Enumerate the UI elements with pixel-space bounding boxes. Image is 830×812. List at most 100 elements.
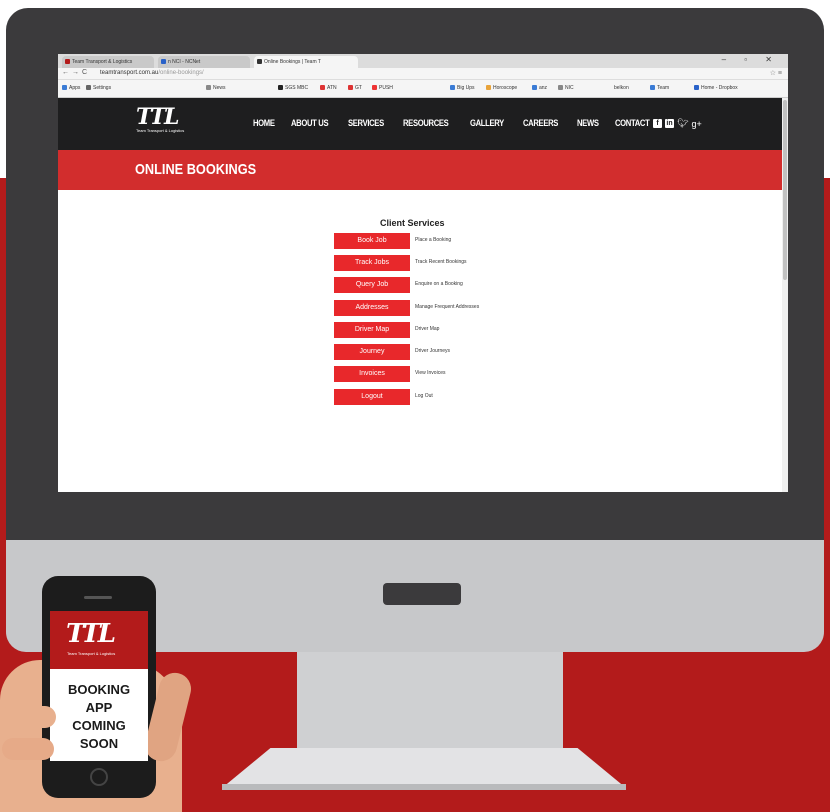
list-item: Invoices View Invoices (334, 366, 534, 382)
nav-about-us[interactable]: ABOUT US (291, 118, 329, 128)
bookmark-item[interactable]: Big Ups (450, 85, 475, 91)
bookmark-icon (558, 85, 563, 91)
monitor-stand (297, 652, 563, 748)
book-job-button[interactable]: Book Job (334, 233, 410, 249)
client-services-title: Client Services (380, 218, 445, 228)
bookmark-icon (278, 85, 283, 91)
message-line: BOOKING (67, 682, 131, 697)
apps-icon (62, 85, 67, 91)
coming-soon-message: BOOKING APP COMING SOON (50, 681, 148, 753)
social-links: f in 🐦︎ g+ (653, 118, 702, 129)
bookmark-item[interactable]: Team (650, 85, 669, 91)
finger-illustration (2, 738, 54, 760)
reload-icon[interactable]: C (82, 69, 90, 76)
list-item: Book Job Place a Booking (334, 233, 534, 249)
google-plus-icon[interactable]: g+ (691, 119, 701, 129)
nav-careers[interactable]: CAREERS (523, 118, 558, 128)
nav-resources[interactable]: RESOURCES (403, 118, 449, 128)
page-title: ONLINE BOOKINGS (135, 161, 257, 178)
bookmark-item[interactable]: SGS MBC (278, 85, 308, 91)
phone-screen: TTL Team Transport & Logistics BOOKING A… (50, 611, 148, 761)
browser-tab[interactable]: Team Transport & Logistics (62, 56, 154, 68)
logout-button[interactable]: Logout (334, 389, 410, 405)
bookmark-item[interactable]: PUSH (372, 85, 393, 91)
browser-tab[interactable]: n NCI - NCNet (158, 56, 250, 68)
list-item: Track Jobs Track Recent Bookings (334, 255, 534, 271)
query-job-button[interactable]: Query Job (334, 277, 410, 293)
list-item: Driver Map Driver Map (334, 322, 534, 338)
bookmark-item[interactable]: Apps (62, 85, 80, 91)
item-description: Place a Booking (415, 237, 452, 243)
phone-logo-subtitle: Team Transport & Logistics (67, 651, 116, 656)
bookmark-item[interactable]: Home - Dropbox (694, 85, 738, 91)
bookmarks-bar: Apps Settings News SGS MBC ATN GT PUSH B… (58, 80, 788, 98)
bookmark-item[interactable]: GT (348, 85, 362, 91)
bookmark-icon (486, 85, 491, 91)
bookmark-icon (650, 85, 655, 91)
news-icon (206, 85, 211, 91)
nav-news[interactable]: NEWS (577, 118, 599, 128)
url-path: /online-bookings/ (158, 70, 204, 76)
phone-header: TTL Team Transport & Logistics (50, 611, 148, 669)
forward-icon[interactable]: → (72, 69, 82, 76)
favicon-icon (161, 59, 166, 64)
item-description: Log Out (415, 393, 433, 399)
bookmark-item[interactable]: belkon (614, 85, 629, 91)
item-description: Manage Frequent Addresses (415, 304, 480, 310)
nav-gallery[interactable]: GALLERY (470, 118, 504, 128)
facebook-icon[interactable]: f (653, 119, 662, 128)
linkedin-icon[interactable]: in (665, 119, 674, 128)
item-description: View Invoices (415, 370, 446, 376)
browser-tab-active[interactable]: Online Bookings | Team T (254, 56, 358, 68)
list-item: Journey Driver Journeys (334, 344, 534, 360)
logo-subtitle: Team Transport & Logistics (136, 128, 185, 133)
logo-text: TTL (136, 104, 179, 130)
scrollbar-thumb[interactable] (783, 100, 787, 280)
nav-contact[interactable]: CONTACT (615, 118, 650, 128)
bookmark-item[interactable]: anz (532, 85, 547, 91)
monitor-screen: Team Transport & Logistics n NCI - NCNet… (58, 54, 788, 492)
url-field[interactable]: teamtransport.com.au/online-bookings/ (100, 70, 204, 76)
bookmark-icon (532, 85, 537, 91)
bookmark-icon (348, 85, 353, 91)
journey-button[interactable]: Journey (334, 344, 410, 360)
gear-icon (86, 85, 91, 91)
list-item: Query Job Enquire on a Booking (334, 277, 534, 293)
bookmark-item[interactable]: ATN (320, 85, 337, 91)
bookmark-icon (450, 85, 455, 91)
favicon-icon (257, 59, 262, 64)
finger-illustration (0, 706, 56, 728)
tab-label: Team Transport & Logistics (72, 59, 133, 65)
bookmark-icon (372, 85, 377, 91)
favicon-icon (65, 59, 70, 64)
nav-services[interactable]: SERVICES (348, 118, 384, 128)
bookmark-icon (320, 85, 325, 91)
invoices-button[interactable]: Invoices (334, 366, 410, 382)
monitor-stand-base (222, 748, 626, 788)
track-jobs-button[interactable]: Track Jobs (334, 255, 410, 271)
site-logo[interactable]: TTL Team Transport & Logistics (136, 104, 184, 133)
bookmark-item[interactable]: Horoscope (486, 85, 517, 91)
address-bar[interactable]: ←→C teamtransport.com.au/online-bookings… (58, 68, 788, 80)
url-domain: teamtransport.com.au (100, 70, 159, 76)
bookmark-star-icon[interactable]: ☆ ≡ (770, 69, 782, 77)
page-banner: ONLINE BOOKINGS (58, 150, 782, 190)
twitter-icon[interactable]: 🐦︎ (677, 118, 688, 129)
bookmark-item[interactable]: News (206, 85, 226, 91)
addresses-button[interactable]: Addresses (334, 300, 410, 316)
item-description: Driver Journeys (415, 348, 451, 354)
tab-label: n NCI - NCNet (168, 59, 201, 65)
back-icon[interactable]: ← (62, 69, 72, 76)
phone-home-button-icon (90, 768, 108, 786)
item-description: Driver Map (415, 326, 440, 332)
nav-home[interactable]: HOME (253, 118, 275, 128)
bookmark-item[interactable]: Settings (86, 85, 111, 91)
tab-label: Online Bookings | Team T (264, 59, 321, 65)
bookmark-item[interactable]: NIC (558, 85, 574, 91)
list-item: Logout Log Out (334, 389, 534, 405)
monitor-logo-icon (383, 583, 461, 605)
navigation-buttons[interactable]: ←→C (62, 69, 90, 76)
window-controls[interactable]: – ▫ ✕ (722, 55, 780, 64)
driver-map-button[interactable]: Driver Map (334, 322, 410, 338)
monitor-stand-base-edge (222, 784, 626, 790)
